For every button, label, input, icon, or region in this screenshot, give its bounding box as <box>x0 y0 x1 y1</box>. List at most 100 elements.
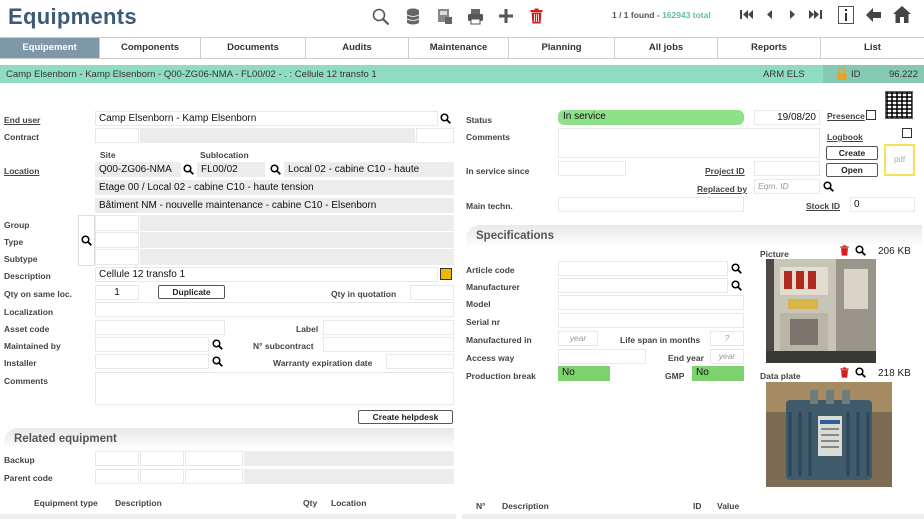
parent-field-2[interactable] <box>140 469 184 484</box>
description-label: Description <box>4 271 51 281</box>
project-id-field[interactable] <box>754 161 820 176</box>
article-search-icon[interactable] <box>731 263 742 274</box>
comments-field[interactable] <box>95 372 454 405</box>
tab-planning[interactable]: Planning <box>509 38 615 58</box>
asset-code-field[interactable] <box>95 320 225 335</box>
sublocation-search-icon[interactable] <box>270 164 281 175</box>
tab-equipement[interactable]: Equipement <box>0 38 100 58</box>
logbook-checkbox[interactable] <box>902 128 912 138</box>
tab-audits[interactable]: Audits <box>306 38 409 58</box>
site-search-icon[interactable] <box>183 164 194 175</box>
tab-list[interactable]: List <box>821 38 924 58</box>
replaced-by-search-icon[interactable] <box>823 181 834 192</box>
manufactured-in-field[interactable]: year <box>558 331 598 346</box>
subcontract-field[interactable] <box>323 337 454 352</box>
status-field[interactable]: In service <box>558 110 744 125</box>
stock-id-label[interactable]: Stock ID <box>806 201 840 211</box>
subtype-field[interactable] <box>95 249 139 265</box>
duplicate-button[interactable]: Duplicate <box>158 285 225 299</box>
data-plate-photo[interactable] <box>766 382 892 487</box>
manufacturer-search-icon[interactable] <box>731 280 742 291</box>
next-record-icon[interactable] <box>788 9 797 20</box>
sublocation-field[interactable]: FL00/02 <box>197 162 265 177</box>
backup-field-2[interactable] <box>140 451 184 466</box>
parent-field-3[interactable] <box>185 469 243 484</box>
picture-delete-icon[interactable] <box>840 245 849 256</box>
type-search-icon[interactable] <box>81 235 92 246</box>
stock-id-field[interactable]: 0 <box>850 197 915 212</box>
description-color-swatch[interactable] <box>440 268 452 280</box>
pdf-thumbnail[interactable]: pdf <box>884 144 915 176</box>
data-plate-delete-icon[interactable] <box>840 367 849 378</box>
group-field[interactable] <box>95 215 139 231</box>
article-code-field[interactable] <box>558 261 728 276</box>
qty-quotation-field[interactable] <box>410 285 454 300</box>
warranty-field[interactable] <box>386 354 454 369</box>
backup-field-1[interactable] <box>95 451 139 466</box>
installer-search-icon[interactable] <box>212 356 223 367</box>
main-techn-field[interactable] <box>558 197 744 212</box>
data-plate-zoom-icon[interactable] <box>855 367 866 378</box>
end-user-field[interactable]: Camp Elsenborn - Kamp Elsenborn <box>95 111 438 126</box>
maintained-by-field[interactable] <box>95 337 209 352</box>
sublocation-label: Sublocation <box>200 150 249 160</box>
found-text: 1 / 1 found - <box>612 10 663 20</box>
previous-record-icon[interactable] <box>765 9 774 20</box>
tab-reports[interactable]: Reports <box>718 38 821 58</box>
installer-field[interactable] <box>95 354 209 369</box>
gmp-field[interactable]: No <box>692 366 744 381</box>
tab-all-jobs[interactable]: All jobs <box>615 38 718 58</box>
last-record-icon[interactable] <box>808 9 822 20</box>
project-id-label[interactable]: Project ID <box>705 166 745 176</box>
presence-checkbox[interactable] <box>866 110 876 120</box>
life-span-label: Life span in months <box>620 335 701 345</box>
logbook-label[interactable]: Logbook <box>827 132 863 142</box>
site-field[interactable]: Q00-ZG06-NMA <box>95 162 181 177</box>
contract-extra-field[interactable] <box>416 128 454 143</box>
in-service-field[interactable] <box>558 161 626 176</box>
database-icon[interactable] <box>406 8 420 25</box>
comments-right-field[interactable] <box>558 128 820 158</box>
manufacturer-field[interactable] <box>558 278 728 293</box>
presence-label[interactable]: Presence <box>827 111 865 121</box>
end-year-field[interactable]: year <box>710 349 744 364</box>
search-icon[interactable] <box>372 8 390 26</box>
equipment-photo[interactable] <box>766 259 876 363</box>
backup-field-3[interactable] <box>185 451 243 466</box>
parent-field-1[interactable] <box>95 469 139 484</box>
maintained-by-search-icon[interactable] <box>212 339 223 350</box>
picture-zoom-icon[interactable] <box>855 245 866 256</box>
info-icon[interactable] <box>838 6 854 24</box>
qty-field[interactable]: 1 <box>95 285 139 300</box>
label-field[interactable] <box>323 320 454 335</box>
logbook-create-button[interactable]: Create <box>826 146 878 160</box>
print-icon[interactable] <box>467 8 484 25</box>
qr-code[interactable] <box>885 91 913 119</box>
add-icon[interactable] <box>498 8 514 24</box>
end-user-label[interactable]: End user <box>4 115 40 125</box>
delete-icon[interactable] <box>530 8 543 24</box>
localization-field[interactable] <box>95 302 454 317</box>
access-way-field[interactable] <box>558 349 646 364</box>
replaced-by-label[interactable]: Replaced by <box>697 184 747 194</box>
location-label[interactable]: Location <box>4 166 39 176</box>
description-field[interactable]: Cellule 12 transfo 1 <box>95 267 438 282</box>
serial-nr-field[interactable] <box>558 313 744 328</box>
logbook-open-button[interactable]: Open <box>826 163 878 177</box>
status-date-field[interactable]: 19/08/20 <box>754 110 820 125</box>
tab-documents[interactable]: Documents <box>201 38 306 58</box>
model-field[interactable] <box>558 295 744 310</box>
life-span-field[interactable]: ? <box>710 331 744 346</box>
end-user-search-icon[interactable] <box>440 113 451 124</box>
tab-maintenance[interactable]: Maintenance <box>409 38 509 58</box>
home-icon[interactable] <box>893 6 911 23</box>
type-field[interactable] <box>95 232 139 248</box>
replaced-by-field[interactable]: Eqm. ID <box>754 179 820 194</box>
contract-field[interactable] <box>95 128 139 143</box>
save-icon[interactable] <box>437 8 453 25</box>
create-helpdesk-button[interactable]: Create helpdesk <box>358 410 453 424</box>
production-break-field[interactable]: No <box>558 366 610 381</box>
first-record-icon[interactable] <box>740 9 754 20</box>
back-arrow-icon[interactable] <box>866 8 881 22</box>
tab-components[interactable]: Components <box>100 38 201 58</box>
